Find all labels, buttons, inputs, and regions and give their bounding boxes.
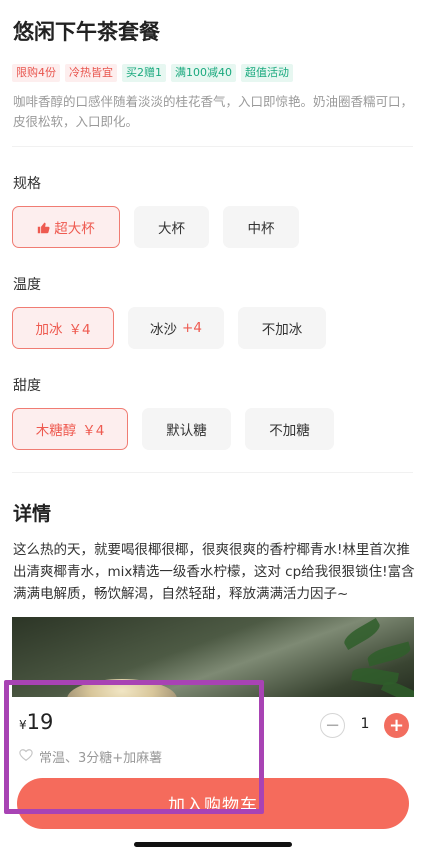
spec-options: 超大杯 大杯 中杯 bbox=[12, 206, 299, 248]
sweetness-option-label: 木糖醇 bbox=[35, 423, 77, 439]
temperature-label: 温度 bbox=[13, 277, 41, 293]
currency-symbol: ¥ bbox=[19, 718, 27, 732]
temperature-options: 加冰 ￥4 冰沙 +4 不加冰 bbox=[12, 307, 326, 349]
selection-summary: 常温、3分糖+加麻薯 bbox=[39, 751, 163, 766]
tag-hot-cold: 冷热皆宜 bbox=[65, 64, 117, 82]
sweetness-option-default[interactable]: 默认糖 bbox=[142, 408, 231, 450]
temperature-option-ice[interactable]: 加冰 ￥4 bbox=[12, 307, 114, 349]
details-text: 这么热的天，就要喝很椰很椰，很爽很爽的香柠椰青水!林里首次推出清爽椰青水，mix… bbox=[13, 542, 415, 602]
tag-discount: 满100减40 bbox=[171, 64, 236, 82]
tag-list: 限购4份 冷热皆宜 买2赠1 满100减40 超值活动 bbox=[12, 64, 293, 82]
leaf-decoration bbox=[365, 641, 413, 667]
add-to-cart-button[interactable]: 加入购物车 bbox=[17, 778, 409, 829]
spec-option-medium[interactable]: 中杯 bbox=[223, 206, 299, 248]
spec-label: 规格 bbox=[13, 176, 41, 192]
temperature-option-add-price: +4 bbox=[182, 320, 202, 336]
decrease-quantity-button[interactable]: − bbox=[320, 713, 345, 738]
home-indicator[interactable] bbox=[134, 842, 292, 847]
sweetness-option-xylitol[interactable]: 木糖醇 ￥4 bbox=[12, 408, 128, 450]
price: ¥19 bbox=[19, 710, 53, 734]
sweetness-option-no-sugar[interactable]: 不加糖 bbox=[245, 408, 334, 450]
spec-option-label: 大杯 bbox=[158, 221, 185, 237]
divider bbox=[12, 146, 413, 147]
leaf-decoration bbox=[341, 617, 383, 651]
tag-limit: 限购4份 bbox=[12, 64, 60, 82]
details-title: 详情 bbox=[13, 503, 52, 525]
spec-option-label: 中杯 bbox=[247, 221, 275, 237]
quantity-value: 1 bbox=[360, 716, 370, 732]
temperature-option-label: 不加冰 bbox=[261, 322, 303, 338]
spec-option-label: 超大杯 bbox=[54, 221, 95, 237]
temperature-option-label: 加冰 bbox=[35, 322, 63, 338]
temperature-option-no-ice[interactable]: 不加冰 bbox=[238, 307, 326, 349]
heart-icon[interactable] bbox=[19, 748, 33, 762]
divider bbox=[12, 472, 413, 473]
product-title: 悠闲下午茶套餐 bbox=[13, 20, 160, 44]
sweetness-option-price: ￥4 bbox=[82, 423, 105, 439]
product-description: 咖啡香醇的口感伴随着淡淡的桂花香气，入口即惊艳。奶油圈香糯可口，皮很松软，入口即… bbox=[13, 94, 414, 129]
temperature-option-slush[interactable]: 冰沙 +4 bbox=[128, 307, 224, 349]
thumbs-up-icon bbox=[38, 222, 50, 233]
spec-option-extra-large[interactable]: 超大杯 bbox=[12, 206, 120, 248]
temperature-option-price: ￥4 bbox=[68, 322, 91, 338]
sweetness-options: 木糖醇 ￥4 默认糖 不加糖 bbox=[12, 408, 334, 450]
product-photo bbox=[12, 617, 414, 707]
price-value: 19 bbox=[26, 710, 54, 734]
sweetness-option-label: 不加糖 bbox=[269, 423, 310, 439]
spec-option-large[interactable]: 大杯 bbox=[134, 206, 209, 248]
tag-buy2get1: 买2赠1 bbox=[122, 64, 166, 82]
increase-quantity-button[interactable]: + bbox=[384, 713, 409, 738]
sweetness-label: 甜度 bbox=[13, 378, 41, 394]
sweetness-option-label: 默认糖 bbox=[166, 423, 207, 439]
tag-promo: 超值活动 bbox=[241, 64, 293, 82]
temperature-option-label: 冰沙 bbox=[150, 322, 178, 338]
